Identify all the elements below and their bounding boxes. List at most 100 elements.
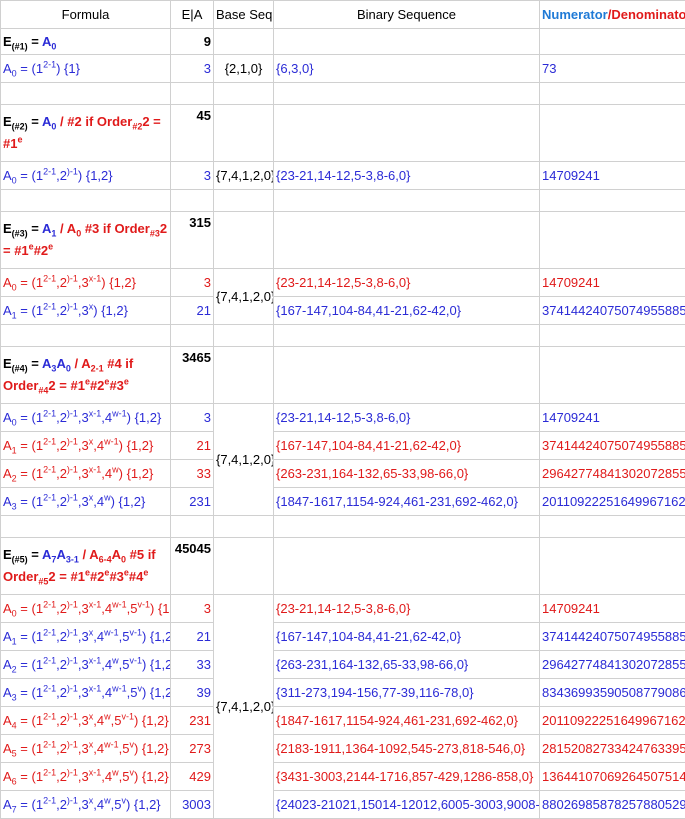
block4-ea-cell[interactable]: 3465 [171,347,214,404]
empty-cell[interactable] [214,538,274,595]
numerator-cell[interactable]: 201109222516499671628 [540,488,685,516]
formula-cell[interactable]: A1 = (12-1,2)-1,3x) {1,2} [1,297,171,325]
numerator-cell[interactable]: 296427748413020728550 [540,460,685,488]
empty-cell[interactable] [274,516,540,538]
formula-cell[interactable]: A2 = (12-1,2)-1,3x-1,4w,5v-1) {1,2} [1,651,171,679]
formula-cell[interactable]: A1 = (12-1,2)-1,3x,4w-1) {1,2} [1,432,171,460]
ea-cell[interactable]: 3 [171,162,214,190]
ea-cell[interactable]: 3 [171,595,214,623]
empty-cell[interactable] [274,83,540,105]
empty-cell[interactable] [540,347,685,404]
binary-sequence-cell[interactable]: {311-273,194-156,77-39,116-78,0} [274,679,540,707]
formula-cell[interactable]: A1 = (12-1,2)-1,3x,4w-1,5v-1) {1,2} [1,623,171,651]
empty-cell[interactable] [274,325,540,347]
formula-cell[interactable]: A0 = (12-1,2)-1,3x-1,4w-1) {1,2} [1,404,171,432]
header-numerator-denominator[interactable]: Numerator/Denominator [540,1,685,29]
numerator-cell[interactable]: 296427748413020728550 [540,651,685,679]
empty-cell[interactable] [214,190,274,212]
numerator-cell[interactable]: 374144240750749558855 [540,297,685,325]
formula-cell[interactable]: A0 = (12-1,2)-1,3x-1) {1,2} [1,269,171,297]
block5-ea-cell[interactable]: 45045 [171,538,214,595]
numerator-cell[interactable]: 14709241 [540,269,685,297]
binary-sequence-cell[interactable]: {23-21,14-12,5-3,8-6,0} [274,595,540,623]
numerator-cell[interactable]: 14709241 [540,162,685,190]
base-seq-cell[interactable]: {7,4,1,2,0} [214,269,274,325]
block1-ea-cell[interactable]: 9 [171,29,214,55]
numerator-cell[interactable]: 14709241 [540,595,685,623]
block2-ea-cell[interactable]: 45 [171,105,214,162]
binary-sequence-cell[interactable]: {3431-3003,2144-1716,857-429,1286-858,0} [274,763,540,791]
binary-sequence-cell[interactable]: {167-147,104-84,41-21,62-42,0} [274,623,540,651]
formula-cell[interactable]: A7 = (12-1,2)-1,3x,4w,5v) {1,2} [1,791,171,819]
empty-cell[interactable] [171,516,214,538]
formula-cell[interactable]: A0 = (12-1,2)-1,3x-1,4w-1,5v-1) {1,2} [1,595,171,623]
ea-cell[interactable]: 3 [171,55,214,83]
binary-sequence-cell[interactable]: {167-147,104-84,41-21,62-42,0} [274,432,540,460]
empty-cell[interactable] [540,83,685,105]
numerator-cell[interactable]: 281520827334247633950 [540,735,685,763]
block1-formula-cell[interactable]: E(#1) = A0 [1,29,171,55]
empty-cell[interactable] [540,105,685,162]
ea-cell[interactable]: 33 [171,651,214,679]
empty-cell[interactable] [540,29,685,55]
numerator-cell[interactable]: 201109222516499671628 [540,707,685,735]
binary-sequence-cell[interactable]: {1847-1617,1154-924,461-231,692-462,0} [274,707,540,735]
empty-cell[interactable] [540,516,685,538]
ea-cell[interactable]: 33 [171,460,214,488]
header-base-seq[interactable]: Base Seq [214,1,274,29]
empty-cell[interactable] [274,29,540,55]
base-seq-cell[interactable]: {7,4,1,2,0} [214,404,274,516]
ea-cell[interactable]: 21 [171,623,214,651]
empty-cell[interactable] [1,83,171,105]
base-seq-cell[interactable]: {7,4,1,2,0} [214,595,274,819]
header-binary-sequence[interactable]: Binary Sequence [274,1,540,29]
numerator-cell[interactable]: 73 [540,55,685,83]
empty-cell[interactable] [214,83,274,105]
binary-sequence-cell[interactable]: {6,3,0} [274,55,540,83]
formula-cell[interactable]: A3 = (12-1,2)-1,3x,4w) {1,2} [1,488,171,516]
binary-sequence-cell[interactable]: {2183-1911,1364-1092,545-273,818-546,0} [274,735,540,763]
empty-cell[interactable] [214,325,274,347]
numerator-cell[interactable]: 136441070692645075143 [540,763,685,791]
base-seq-cell[interactable]: {2,1,0} [214,55,274,83]
base-seq-cell[interactable]: {7,4,1,2,0} [214,162,274,190]
empty-cell[interactable] [274,347,540,404]
header-formula[interactable]: Formula [1,1,171,29]
empty-cell[interactable] [171,83,214,105]
ea-cell[interactable]: 21 [171,297,214,325]
empty-cell[interactable] [214,105,274,162]
binary-sequence-cell[interactable]: {23-21,14-12,5-3,8-6,0} [274,404,540,432]
formula-cell[interactable]: A3 = (12-1,2)-1,3x-1,4w-1,5v) {1,2} [1,679,171,707]
binary-sequence-cell[interactable]: {167-147,104-84,41-21,62-42,0} [274,297,540,325]
formula-cell[interactable]: A0 = (12-1,2)-1) {1,2} [1,162,171,190]
empty-cell[interactable] [274,212,540,269]
binary-sequence-cell[interactable]: {263-231,164-132,65-33,98-66,0} [274,651,540,679]
binary-sequence-cell[interactable]: {24023-21021,15014-12012,6005-3003,9008-… [274,791,540,819]
empty-cell[interactable] [1,516,171,538]
formula-cell[interactable]: A0 = (12-1) {1} [1,55,171,83]
empty-cell[interactable] [214,212,274,269]
empty-cell[interactable] [214,347,274,404]
binary-sequence-cell[interactable]: {1847-1617,1154-924,461-231,692-462,0} [274,488,540,516]
empty-cell[interactable] [540,538,685,595]
numerator-cell[interactable]: 374144240750749558855 [540,432,685,460]
ea-cell[interactable]: 3 [171,269,214,297]
ea-cell[interactable]: 21 [171,432,214,460]
empty-cell[interactable] [274,538,540,595]
empty-cell[interactable] [1,190,171,212]
ea-cell[interactable]: 39 [171,679,214,707]
empty-cell[interactable] [214,29,274,55]
empty-cell[interactable] [540,212,685,269]
numerator-cell[interactable]: 14709241 [540,404,685,432]
binary-sequence-cell[interactable]: {23-21,14-12,5-3,8-6,0} [274,162,540,190]
ea-cell[interactable]: 273 [171,735,214,763]
binary-sequence-cell[interactable]: {23-21,14-12,5-3,8-6,0} [274,269,540,297]
block4-formula-cell[interactable]: E(#4) = A3A0 / A2-1 #4 if Order#42 = #1e… [1,347,171,404]
numerator-cell[interactable]: 834369935905087790863 [540,679,685,707]
block3-ea-cell[interactable]: 315 [171,212,214,269]
ea-cell[interactable]: 3003 [171,791,214,819]
formula-cell[interactable]: A5 = (12-1,2)-1,3x,4w-1,5v) {1,2} [1,735,171,763]
numerator-cell[interactable]: 880269858782578805298 [540,791,685,819]
empty-cell[interactable] [274,105,540,162]
empty-cell[interactable] [171,190,214,212]
